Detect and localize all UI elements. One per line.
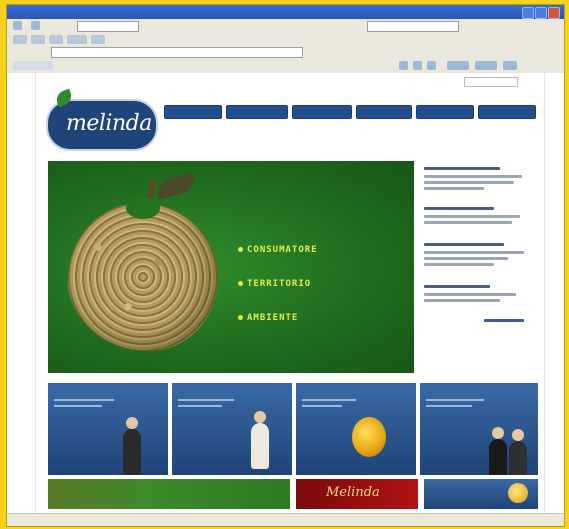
page-menu[interactable] <box>447 61 469 70</box>
blue-banner[interactable] <box>424 479 538 509</box>
feature-tile-3[interactable] <box>296 383 416 475</box>
news-heading-2[interactable] <box>424 207 494 210</box>
close-button[interactable] <box>548 7 560 19</box>
feature-tile-1[interactable] <box>48 383 168 475</box>
tab-bar <box>7 59 564 74</box>
nav-item-6[interactable] <box>478 105 536 119</box>
news-text <box>424 215 520 218</box>
news-heading-3[interactable] <box>424 243 504 246</box>
melinda-red-banner[interactable]: Melinda <box>296 479 418 509</box>
news-text <box>424 187 484 190</box>
print-icon[interactable] <box>427 61 436 70</box>
person-head <box>492 427 504 439</box>
person-image <box>509 441 527 475</box>
address-input[interactable] <box>51 47 303 58</box>
news-text <box>424 221 512 224</box>
nav-item-3[interactable] <box>292 105 352 119</box>
bottom-banners: Melinda <box>48 479 538 509</box>
nav-item-1[interactable] <box>164 105 222 119</box>
person-head <box>512 429 524 441</box>
title-bar <box>7 5 564 19</box>
news-heading-4[interactable] <box>424 285 490 288</box>
feeds-icon[interactable] <box>413 61 422 70</box>
feature-tile-2[interactable] <box>172 383 292 475</box>
forward-icon[interactable] <box>31 21 40 30</box>
tile-text <box>178 399 234 401</box>
logo-word: melinda <box>66 111 152 136</box>
menu-bar <box>7 19 564 34</box>
file-menu[interactable] <box>13 35 27 44</box>
hero-line-2: TERRITORIO <box>238 279 311 289</box>
nav-item-5[interactable] <box>416 105 474 119</box>
news-text <box>424 257 508 260</box>
news-text <box>424 251 524 254</box>
search-field[interactable] <box>367 21 459 32</box>
toolbar-field[interactable] <box>77 21 139 32</box>
feature-tile-4[interactable] <box>420 383 538 475</box>
news-text <box>424 181 514 184</box>
tile-text <box>54 399 114 401</box>
site-search-input[interactable] <box>464 77 518 87</box>
favorites-menu[interactable] <box>67 35 87 44</box>
minimize-button[interactable] <box>522 7 534 19</box>
status-bar <box>7 513 564 526</box>
tools-menu[interactable] <box>91 35 105 44</box>
news-sidebar <box>424 163 536 373</box>
tile-text <box>426 399 484 401</box>
melinda-page: melinda CONSUMATORE TERRITORIO AMBIENTE <box>35 73 545 513</box>
green-banner[interactable] <box>48 479 290 509</box>
person-image <box>123 429 141 475</box>
news-text <box>424 299 500 302</box>
news-heading-1[interactable] <box>424 167 500 170</box>
apple-image <box>68 203 218 351</box>
person-image <box>489 439 507 475</box>
main-nav <box>164 105 538 119</box>
view-menu[interactable] <box>49 35 63 44</box>
lightbulb-image <box>352 417 386 457</box>
melinda-logo[interactable]: melinda <box>46 88 158 151</box>
home-icon[interactable] <box>399 61 408 70</box>
person-head <box>126 417 138 429</box>
tools-button[interactable] <box>475 61 497 70</box>
hero-line-3: AMBIENTE <box>238 313 298 323</box>
leaf-icon <box>54 88 74 108</box>
news-text <box>424 263 494 266</box>
more-news-link[interactable] <box>484 319 524 322</box>
nav-item-4[interactable] <box>356 105 412 119</box>
address-bar <box>7 45 564 60</box>
web-content: melinda CONSUMATORE TERRITORIO AMBIENTE <box>7 73 564 513</box>
help-icon[interactable] <box>503 61 517 70</box>
tile-text <box>426 405 472 407</box>
tile-text <box>302 399 356 401</box>
nav-item-2[interactable] <box>226 105 288 119</box>
edit-menu[interactable] <box>31 35 45 44</box>
hero-banner[interactable]: CONSUMATORE TERRITORIO AMBIENTE <box>48 161 414 373</box>
news-text <box>424 293 516 296</box>
browser-window: melinda CONSUMATORE TERRITORIO AMBIENTE <box>6 4 565 527</box>
tile-text <box>302 405 342 407</box>
chef-image <box>251 423 269 469</box>
back-icon[interactable] <box>13 21 22 30</box>
banner-logo: Melinda <box>326 485 380 500</box>
tile-text <box>54 405 102 407</box>
feature-tiles <box>48 383 538 475</box>
apple-leaf <box>154 172 198 200</box>
medal-icon <box>508 483 528 503</box>
maximize-button[interactable] <box>535 7 547 19</box>
hero-line-1: CONSUMATORE <box>238 245 318 255</box>
chef-head <box>254 411 266 423</box>
news-text <box>424 175 522 178</box>
tab-current[interactable] <box>13 61 53 70</box>
tile-text <box>178 405 222 407</box>
apple-notch <box>126 197 160 219</box>
